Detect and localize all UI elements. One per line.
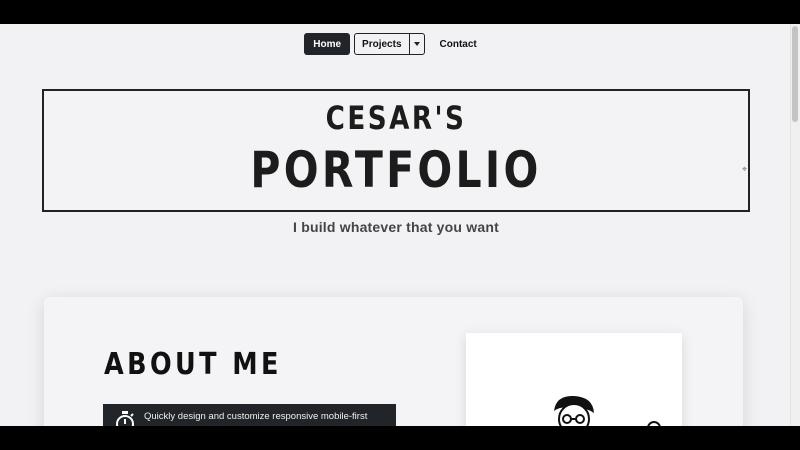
projects-dropdown-toggle[interactable] <box>408 34 424 54</box>
bottom-letterbox <box>0 426 800 450</box>
nav-projects-button[interactable]: Projects <box>355 34 408 54</box>
hero-title-box: CESAR'S PORTFOLIO <box>42 89 750 212</box>
feature-description: Quickly design and customize responsive … <box>144 411 375 426</box>
hero-tagline: I build whatever that you want <box>293 219 499 235</box>
about-heading: ABOUT ME <box>104 347 282 382</box>
stopwatch-icon <box>114 410 136 426</box>
hero-title-line1: CESAR'S <box>325 99 467 137</box>
hero-title-line2: PORTFOLIO <box>250 141 542 199</box>
vertical-scrollbar[interactable] <box>790 24 800 426</box>
navbar: Home Projects Contact <box>0 32 790 56</box>
cursor-icon: ⌖ <box>742 164 748 174</box>
top-letterbox <box>0 0 800 24</box>
nav-home-button[interactable]: Home <box>304 33 351 55</box>
nav-contact-link[interactable]: Contact <box>431 33 486 55</box>
nav-projects-group: Projects <box>354 33 425 55</box>
about-section: ABOUT ME Quickly design and customize re… <box>44 297 743 426</box>
page-viewport: Home Projects Contact CESAR'S PORTFOLIO … <box>0 24 800 426</box>
avatar-illustration <box>466 333 682 426</box>
chevron-down-icon <box>413 42 420 46</box>
feature-card: Quickly design and customize responsive … <box>103 404 396 426</box>
scrollbar-thumb[interactable] <box>792 26 798 122</box>
